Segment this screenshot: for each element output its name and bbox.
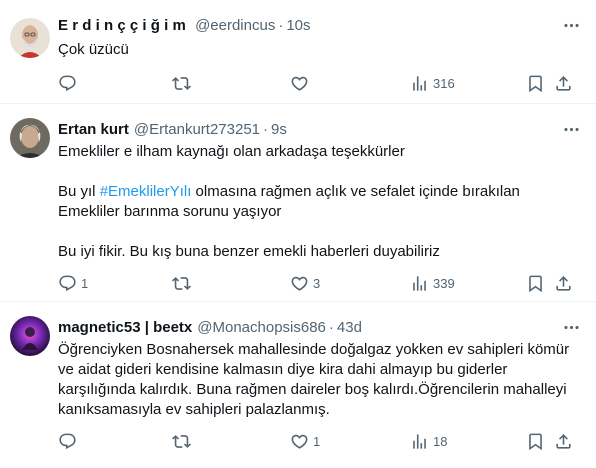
timestamp[interactable]: 43d <box>337 319 362 336</box>
avatar[interactable] <box>10 118 50 158</box>
reply-icon <box>58 432 77 451</box>
reply-button[interactable] <box>58 72 81 94</box>
tweet-text: Öğrenciyken Bosnahersek mahallesinde doğ… <box>58 340 582 420</box>
tweet-text: Emekliler e ilham kaynağı olan arkadaşa … <box>58 142 582 262</box>
hashtag-link[interactable]: #EmeklilerYılı <box>100 183 192 200</box>
more-horizontal-icon[interactable] <box>560 118 582 140</box>
share-icon <box>554 274 573 293</box>
views-chart-icon <box>410 274 429 293</box>
tweet[interactable]: Erdinççiğim @eerdincus · 10s Çok üzücü 3… <box>0 0 596 104</box>
retweet-icon <box>172 432 191 451</box>
reply-button[interactable] <box>58 430 81 452</box>
retweet-button[interactable] <box>172 72 195 94</box>
display-name[interactable]: Ertan kurt <box>58 121 129 138</box>
user-handle[interactable]: @eerdincus <box>195 17 275 34</box>
avatar[interactable] <box>10 316 50 356</box>
views-button[interactable]: 339 <box>410 272 455 294</box>
views-button[interactable]: 316 <box>410 72 455 94</box>
like-count: 1 <box>313 433 321 449</box>
reply-icon <box>58 274 77 293</box>
heart-icon <box>290 274 309 293</box>
tweet-paragraph: Öğrenciyken Bosnahersek mahallesinde doğ… <box>58 341 570 418</box>
bookmark-button[interactable] <box>526 430 545 452</box>
views-chart-icon <box>410 432 429 451</box>
views-button[interactable]: 18 <box>410 430 447 452</box>
display-name[interactable]: magnetic53 | beetx <box>58 319 192 336</box>
tweet-text: Çok üzücü <box>58 40 582 60</box>
reply-count: 1 <box>81 275 89 291</box>
retweet-button[interactable] <box>172 430 195 452</box>
separator-dot: · <box>278 16 284 34</box>
like-count: 3 <box>313 275 321 291</box>
share-icon <box>554 432 573 451</box>
separator-dot: · <box>328 318 334 336</box>
timestamp[interactable]: 9s <box>271 121 287 138</box>
bookmark-icon <box>526 274 545 293</box>
bookmark-icon <box>526 74 545 93</box>
bookmark-icon <box>526 432 545 451</box>
avatar[interactable] <box>10 18 50 58</box>
bookmark-button[interactable] <box>526 272 545 294</box>
text-segment: Bu yıl <box>58 183 100 200</box>
tweet[interactable]: Ertan kurt @Ertankurt273251 · 9s Emeklil… <box>0 104 596 302</box>
user-handle[interactable]: @Ertankurt273251 <box>134 121 260 138</box>
action-bar: 316 <box>58 72 582 94</box>
reply-button[interactable]: 1 <box>58 272 88 294</box>
tweet-paragraph: Bu yıl #EmeklilerYılı olmasına rağmen aç… <box>58 182 582 222</box>
like-button[interactable]: 1 <box>290 430 320 452</box>
share-button[interactable] <box>554 272 573 294</box>
share-button[interactable] <box>554 72 573 94</box>
like-button[interactable]: 3 <box>290 272 320 294</box>
display-name[interactable]: Erdinççiğim <box>58 17 190 34</box>
tweet-paragraph: Çok üzücü <box>58 41 129 58</box>
views-chart-icon <box>410 74 429 93</box>
more-horizontal-icon[interactable] <box>560 14 582 36</box>
user-handle[interactable]: @Monachopsis686 <box>197 319 326 336</box>
heart-icon <box>290 74 309 93</box>
tweet[interactable]: magnetic53 | beetx @Monachopsis686 · 43d… <box>0 302 596 468</box>
more-horizontal-icon[interactable] <box>560 316 582 338</box>
timestamp[interactable]: 10s <box>286 17 310 34</box>
action-bar: 1 3 339 <box>58 272 582 294</box>
like-button[interactable] <box>290 72 313 94</box>
reply-icon <box>58 74 77 93</box>
tweet-feed: Erdinççiğim @eerdincus · 10s Çok üzücü 3… <box>0 0 596 468</box>
heart-icon <box>290 432 309 451</box>
action-bar: 1 18 <box>58 430 582 452</box>
retweet-icon <box>172 274 191 293</box>
share-button[interactable] <box>554 430 573 452</box>
tweet-paragraph: Emekliler e ilham kaynağı olan arkadaşa … <box>58 143 405 160</box>
retweet-button[interactable] <box>172 272 195 294</box>
share-icon <box>554 74 573 93</box>
bookmark-button[interactable] <box>526 72 545 94</box>
tweet-paragraph: Bu iyi fikir. Bu kış buna benzer emekli … <box>58 243 440 260</box>
retweet-icon <box>172 74 191 93</box>
view-count: 316 <box>433 75 455 91</box>
separator-dot: · <box>263 120 268 138</box>
view-count: 339 <box>433 275 455 291</box>
view-count: 18 <box>433 433 448 449</box>
